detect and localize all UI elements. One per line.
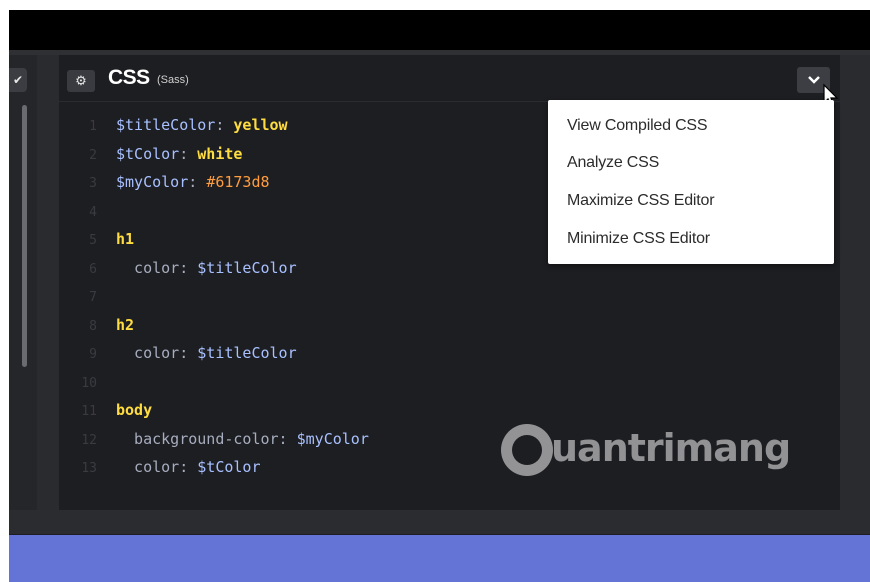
code-token: $myColor bbox=[116, 173, 189, 191]
code-token: body bbox=[116, 401, 153, 419]
code-token: $titleColor bbox=[197, 344, 297, 362]
code-token: : bbox=[179, 144, 198, 163]
code-text: color: $titleColor bbox=[116, 339, 297, 367]
menu-item-analyze-css[interactable]: Analyze CSS bbox=[567, 151, 817, 175]
editor-header: ⚙ CSS (Sass) bbox=[59, 55, 840, 102]
menu-item-maximize-css-editor[interactable]: Maximize CSS Editor bbox=[567, 189, 817, 213]
code-text: $myColor: #6173d8 bbox=[116, 168, 270, 196]
code-line[interactable]: 12 background-color: $myColor bbox=[59, 425, 539, 453]
code-text: color: $tColor bbox=[116, 453, 261, 481]
result-preview bbox=[9, 535, 870, 582]
right-gutter bbox=[840, 55, 870, 510]
code-text: color: $titleColor bbox=[116, 254, 297, 282]
code-line[interactable]: 10 bbox=[59, 368, 539, 396]
codepen-window: ✔ ⚙ CSS (Sass) 1 $titleColor: yellow 2 $tCo… bbox=[9, 10, 870, 582]
code-token: h1 bbox=[116, 230, 135, 248]
code-text: body bbox=[116, 396, 152, 424]
line-number: 8 bbox=[89, 318, 97, 334]
code-line[interactable]: 6 color: $titleColor bbox=[59, 254, 539, 282]
settings-button[interactable]: ⚙ bbox=[67, 70, 95, 92]
code-token: background-color: bbox=[116, 429, 297, 448]
line-number: 9 bbox=[89, 347, 97, 362]
code-token: #6173d8 bbox=[206, 173, 270, 191]
code-text: background-color: $myColor bbox=[116, 425, 369, 453]
code-line[interactable]: 11 body bbox=[59, 396, 539, 424]
line-number: 11 bbox=[81, 404, 97, 419]
code-token: : bbox=[215, 116, 234, 134]
line-number: 1 bbox=[89, 119, 97, 134]
code-text: $titleColor: yellow bbox=[116, 111, 288, 139]
code-token: $tColor bbox=[116, 144, 180, 163]
code-line[interactable]: 2 $tColor: white bbox=[59, 140, 539, 168]
line-number: 13 bbox=[81, 461, 97, 476]
chevron-down-icon[interactable]: ✔ bbox=[9, 68, 27, 92]
code-token: color: bbox=[116, 344, 198, 362]
code-line[interactable]: 13 color: $tColor bbox=[59, 453, 539, 481]
line-number: 4 bbox=[89, 204, 97, 220]
gear-icon: ⚙ bbox=[75, 73, 87, 88]
line-number: 5 bbox=[89, 233, 97, 248]
line-number: 12 bbox=[81, 432, 97, 448]
line-number: 10 bbox=[81, 375, 97, 391]
code-line[interactable]: 9 color: $titleColor bbox=[59, 339, 539, 367]
code-text: h2 bbox=[116, 311, 134, 339]
line-number: 2 bbox=[89, 147, 97, 163]
line-number: 3 bbox=[89, 176, 97, 191]
line-number: 6 bbox=[89, 261, 97, 277]
code-text: h1 bbox=[116, 225, 134, 253]
menu-item-view-compiled-css[interactable]: View Compiled CSS bbox=[567, 114, 817, 138]
watermark-text: uantrimang bbox=[551, 426, 791, 470]
code-line[interactable]: 4 bbox=[59, 197, 539, 225]
code-line[interactable]: 7 bbox=[59, 282, 539, 310]
watermark: uantrimang bbox=[501, 422, 801, 482]
code-token: $titleColor bbox=[197, 258, 297, 277]
top-bar bbox=[9, 10, 870, 50]
editor-title: CSS bbox=[108, 66, 150, 89]
editor-dropdown-menu: View Compiled CSS Analyze CSS Maximize C… bbox=[548, 100, 834, 264]
code-token: $tColor bbox=[197, 458, 261, 476]
bottom-bar bbox=[9, 510, 870, 534]
code-token: yellow bbox=[233, 116, 288, 134]
code-token: white bbox=[197, 144, 243, 163]
code-line[interactable]: 3 $myColor: #6173d8 bbox=[59, 168, 539, 196]
code-token: : bbox=[188, 173, 207, 191]
code-token: h2 bbox=[116, 315, 135, 334]
code-token: color: bbox=[116, 258, 198, 277]
pane-resizer[interactable] bbox=[37, 55, 59, 510]
code-line[interactable]: 5 h1 bbox=[59, 225, 539, 253]
watermark-logo-icon bbox=[501, 424, 553, 476]
code-text: $tColor: white bbox=[116, 140, 242, 168]
menu-item-minimize-css-editor[interactable]: Minimize CSS Editor bbox=[567, 227, 817, 251]
code-token: color: bbox=[116, 458, 198, 476]
code-token: $myColor bbox=[296, 429, 369, 448]
code-line[interactable]: 8 h2 bbox=[59, 311, 539, 339]
code-line[interactable]: 1 $titleColor: yellow bbox=[59, 111, 539, 139]
code-token: $titleColor bbox=[116, 116, 216, 134]
html-editor-pane: ✔ bbox=[9, 55, 37, 510]
left-scrollbar[interactable] bbox=[22, 105, 27, 367]
line-number: 7 bbox=[89, 290, 97, 305]
editor-subtitle: (Sass) bbox=[157, 74, 189, 86]
